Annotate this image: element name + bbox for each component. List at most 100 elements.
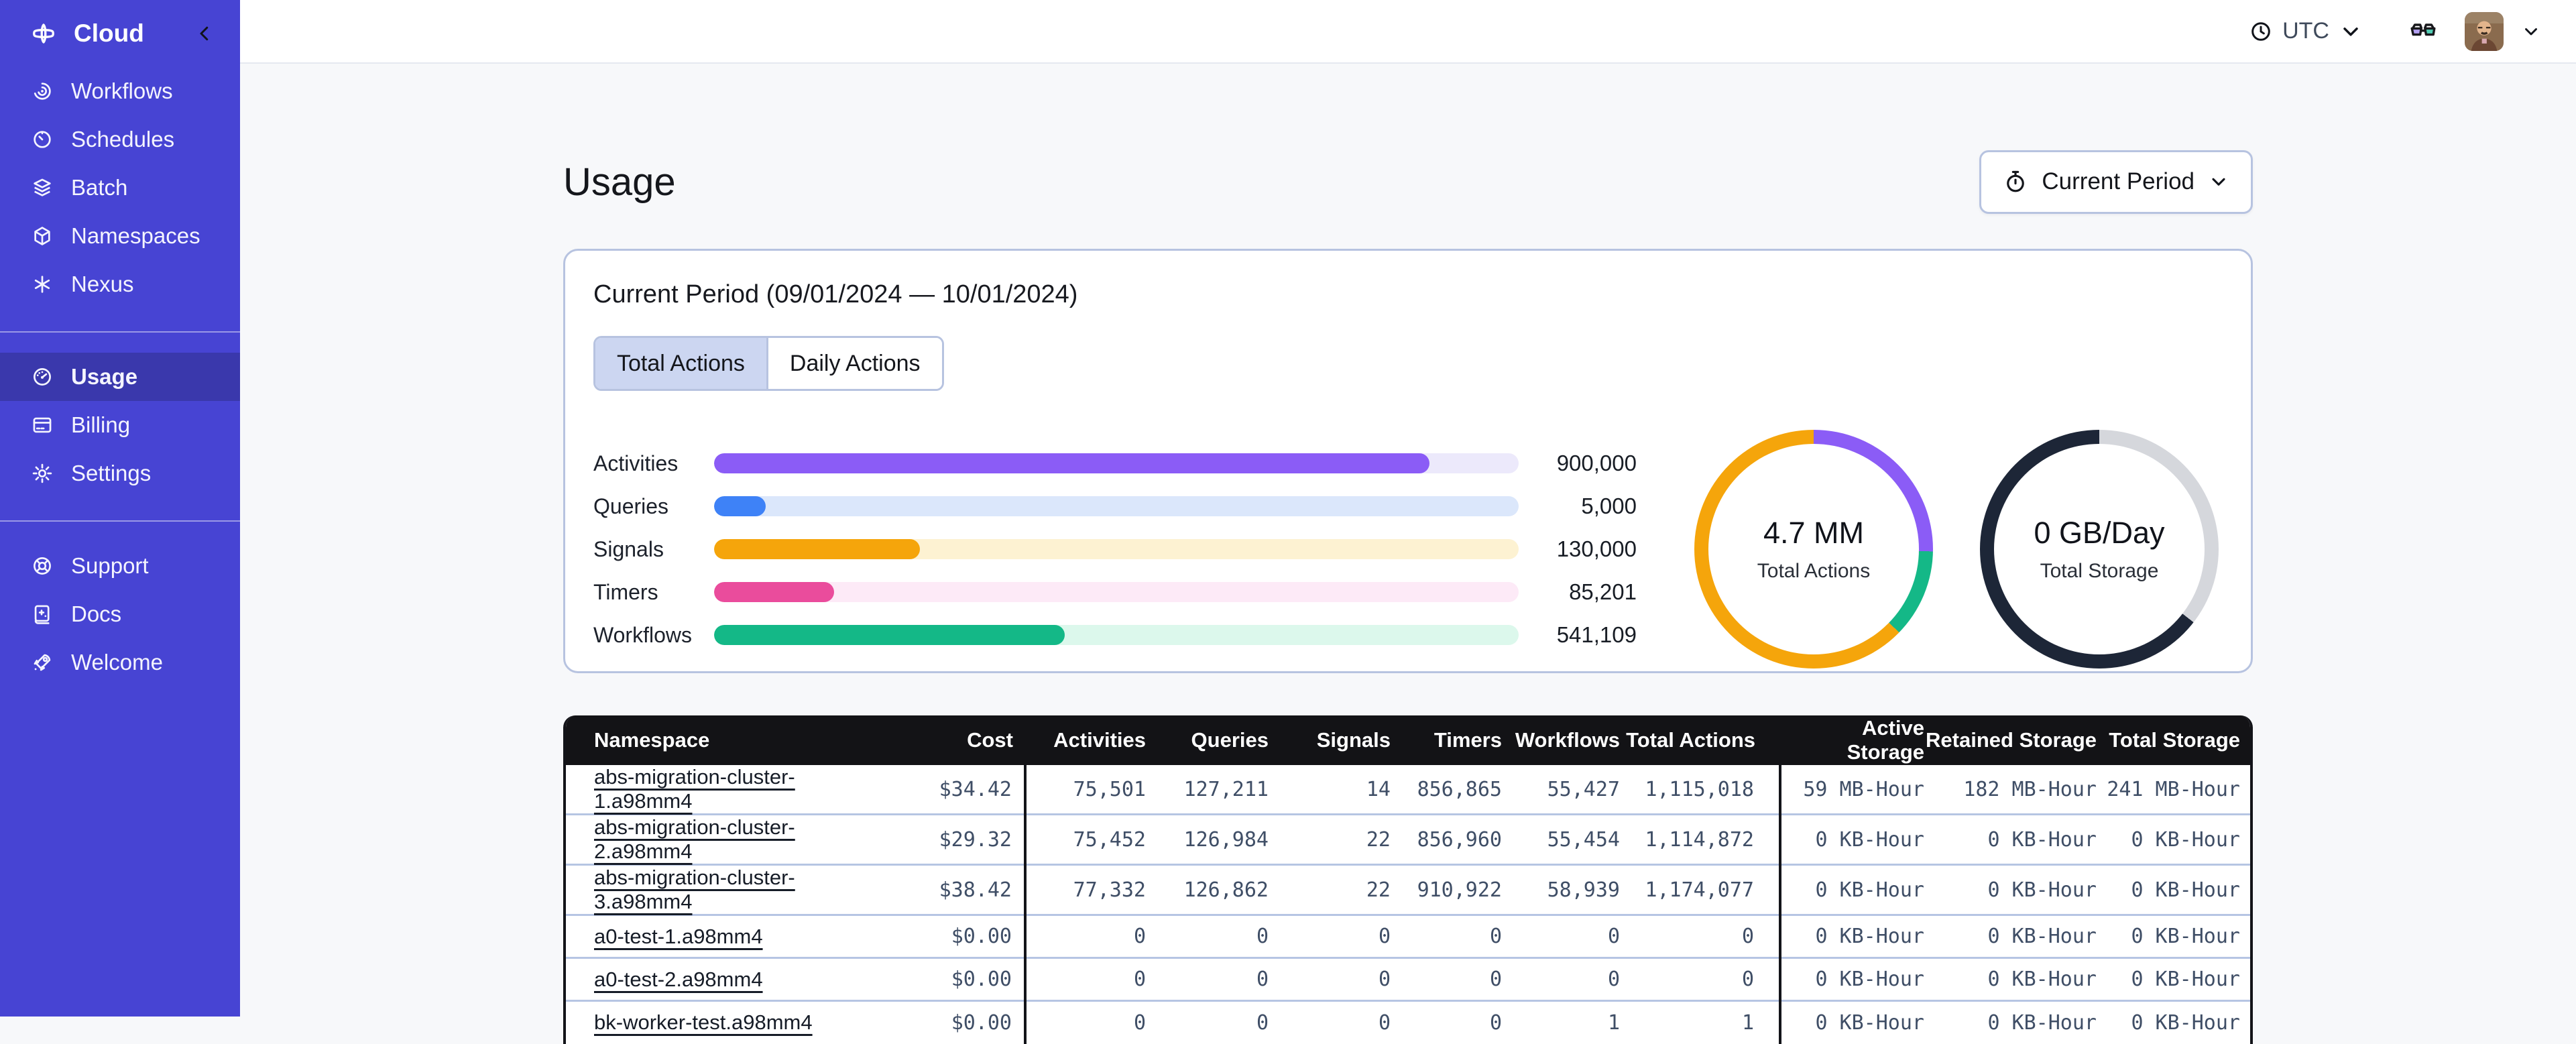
bar-value: 130,000 bbox=[1556, 536, 1637, 561]
tab-daily-actions[interactable]: Daily Actions bbox=[766, 338, 942, 389]
sidebar-item-schedules[interactable]: Schedules bbox=[0, 115, 240, 164]
bar-value: 5,000 bbox=[1581, 494, 1637, 518]
table-cell: 55,454 bbox=[1502, 813, 1620, 865]
column-header: Namespace bbox=[566, 715, 861, 765]
table-cell: 0 KB-Hour bbox=[1779, 914, 1924, 958]
table-cell: 0 bbox=[1620, 957, 1780, 1001]
period-selector-label: Current Period bbox=[2042, 168, 2194, 194]
column-header: Retained Storage bbox=[1924, 715, 2097, 765]
sidebar-item-label: Schedules bbox=[71, 127, 175, 152]
user-avatar[interactable] bbox=[2465, 11, 2504, 51]
table-row: abs-migration-cluster-2.a98mm4 $29.32 75,4… bbox=[566, 813, 2250, 865]
column-header: Activities bbox=[1025, 715, 1146, 765]
sidebar: Cloud Workflows Schedules Batch Namespac… bbox=[0, 0, 240, 1017]
table-cell: 0 KB-Hour bbox=[1924, 1000, 2097, 1044]
timezone-selector[interactable]: UTC bbox=[2249, 18, 2363, 44]
sidebar-item-label: Usage bbox=[71, 364, 138, 389]
namespace-cell: abs-migration-cluster-3.a98mm4 bbox=[566, 864, 861, 915]
brand-label: Cloud bbox=[74, 19, 144, 47]
sidebar-item-support[interactable]: Support bbox=[0, 542, 240, 590]
table-cell: 0 bbox=[1024, 1000, 1146, 1044]
table-cell: 127,211 bbox=[1183, 777, 1269, 801]
namespace-link[interactable]: a0-test-1.a98mm4 bbox=[594, 925, 763, 948]
namespace-link[interactable]: abs-migration-cluster-3.a98mm4 bbox=[594, 866, 795, 913]
column-header: Workflows bbox=[1502, 715, 1620, 765]
table-cell: 1 bbox=[1620, 1000, 1780, 1044]
table-header: Namespace Cost Activities Queries Signals Tim… bbox=[566, 715, 2250, 765]
table-cell: $0.00 bbox=[861, 1000, 1025, 1044]
table-cell: 22 bbox=[1269, 813, 1391, 865]
table-cell: 1,114,872 bbox=[1620, 813, 1780, 865]
namespace-link[interactable]: abs-migration-cluster-1.a98mm4 bbox=[594, 765, 795, 813]
namespace-usage-table: Namespace Cost Activities Queries Signals Tim… bbox=[563, 715, 2253, 1044]
donut-label: Total Storage bbox=[2040, 560, 2159, 582]
table-cell: $34.42 bbox=[939, 777, 1012, 801]
column-header: Queries bbox=[1146, 715, 1269, 765]
table-cell: 0 bbox=[1269, 914, 1391, 958]
bar-label: Workflows bbox=[593, 622, 692, 647]
bar-value: 900,000 bbox=[1556, 451, 1637, 475]
sidebar-item-usage[interactable]: Usage bbox=[0, 353, 240, 401]
sidebar-item-label: Workflows bbox=[71, 78, 173, 103]
sidebar-item-label: Settings bbox=[71, 461, 152, 485]
namespace-cell: a0-test-2.a98mm4 bbox=[566, 957, 861, 1001]
table-cell: $0.00 bbox=[861, 957, 1025, 1001]
table-cell: 0 KB-Hour bbox=[1924, 914, 2097, 958]
table-cell: 0 KB-Hour bbox=[1924, 813, 2097, 865]
table-row: abs-migration-cluster-3.a98mm4 $38.42 77,3… bbox=[566, 864, 2250, 915]
table-row: a0-test-2.a98mm4 $0.00 0 0 0 0 0 0 0 KB-Hour 0 KB… bbox=[566, 957, 2250, 1001]
namespace-link[interactable]: a0-test-2.a98mm4 bbox=[594, 968, 763, 991]
namespace-cell: abs-migration-cluster-1.a98mm4 bbox=[566, 765, 861, 815]
table-cell: 1 bbox=[1502, 1000, 1620, 1044]
account-menu-chevron-down-icon[interactable] bbox=[2521, 21, 2541, 42]
usage-charts: Activities 900,000 Queries 5,000 Signals bbox=[593, 430, 2219, 669]
table-cell: 0 bbox=[1391, 914, 1502, 958]
main-area: UTC Usage Current Period Current Period … bbox=[240, 0, 2576, 1044]
nexus-asterisk-icon bbox=[31, 273, 54, 296]
sidebar-item-batch[interactable]: Batch bbox=[0, 164, 240, 212]
sidebar-item-docs[interactable]: Docs bbox=[0, 590, 240, 638]
sidebar-item-settings[interactable]: Settings bbox=[0, 449, 240, 498]
tab-total-actions[interactable]: Total Actions bbox=[595, 338, 766, 389]
table-cell: 22 bbox=[1269, 864, 1391, 915]
sidebar-item-label: Billing bbox=[71, 412, 131, 437]
table-cell: 0 bbox=[1146, 914, 1269, 958]
table-cell: 0 KB-Hour bbox=[1779, 813, 1924, 865]
sidebar-item-workflows[interactable]: Workflows bbox=[0, 67, 240, 115]
table-cell: $0.00 bbox=[861, 914, 1025, 958]
period-selector-button[interactable]: Current Period bbox=[1979, 150, 2253, 214]
sidebar-item-namespaces[interactable]: Namespaces bbox=[0, 212, 240, 260]
column-header: Total Storage bbox=[2097, 715, 2250, 765]
reader-glasses-icon[interactable] bbox=[2407, 15, 2439, 48]
table-cell: 0 KB-Hour bbox=[2097, 914, 2250, 958]
table-cell: 126,984 bbox=[1146, 813, 1269, 865]
bar-track bbox=[714, 496, 1519, 516]
table-cell: 0 bbox=[1024, 957, 1146, 1001]
bar-fill bbox=[714, 539, 921, 559]
table-cell: 1,174,077 bbox=[1620, 864, 1780, 915]
table-cell: 75,501 bbox=[1024, 765, 1146, 815]
sidebar-item-billing[interactable]: Billing bbox=[0, 401, 240, 449]
bar-track bbox=[714, 539, 1519, 559]
sidebar-item-welcome[interactable]: Welcome bbox=[0, 638, 240, 687]
timezone-label: UTC bbox=[2282, 18, 2329, 44]
card-title: Current Period (09/01/2024 — 10/01/2024) bbox=[593, 280, 1078, 308]
table-cell: 0 bbox=[1391, 957, 1502, 1001]
sidebar-item-label: Support bbox=[71, 553, 149, 578]
total-storage-donut: 0 GB/Day Total Storage bbox=[1980, 430, 2219, 669]
sidebar-collapse-chevron-left-icon[interactable] bbox=[194, 23, 215, 44]
column-header: Timers bbox=[1391, 715, 1502, 765]
donut-label: Total Actions bbox=[1757, 560, 1871, 582]
batch-layers-icon bbox=[31, 176, 54, 199]
namespace-link[interactable]: bk-worker-test.a98mm4 bbox=[594, 1010, 813, 1034]
table-cell: 14 bbox=[1366, 777, 1391, 801]
bar-track bbox=[714, 625, 1519, 645]
table-cell: 55,427 bbox=[1547, 777, 1620, 801]
bar-label: Signals bbox=[593, 536, 664, 561]
table-cell: 77,332 bbox=[1024, 864, 1146, 915]
namespace-link[interactable]: abs-migration-cluster-2.a98mm4 bbox=[594, 815, 795, 863]
table-cell: 0 KB-Hour bbox=[2097, 1000, 2250, 1044]
sidebar-item-nexus[interactable]: Nexus bbox=[0, 260, 240, 308]
table-cell: 59 MB-Hour bbox=[1779, 765, 1924, 815]
table-row: a0-test-1.a98mm4 $0.00 0 0 0 0 0 0 0 KB-Hour 0 KB… bbox=[566, 914, 2250, 958]
